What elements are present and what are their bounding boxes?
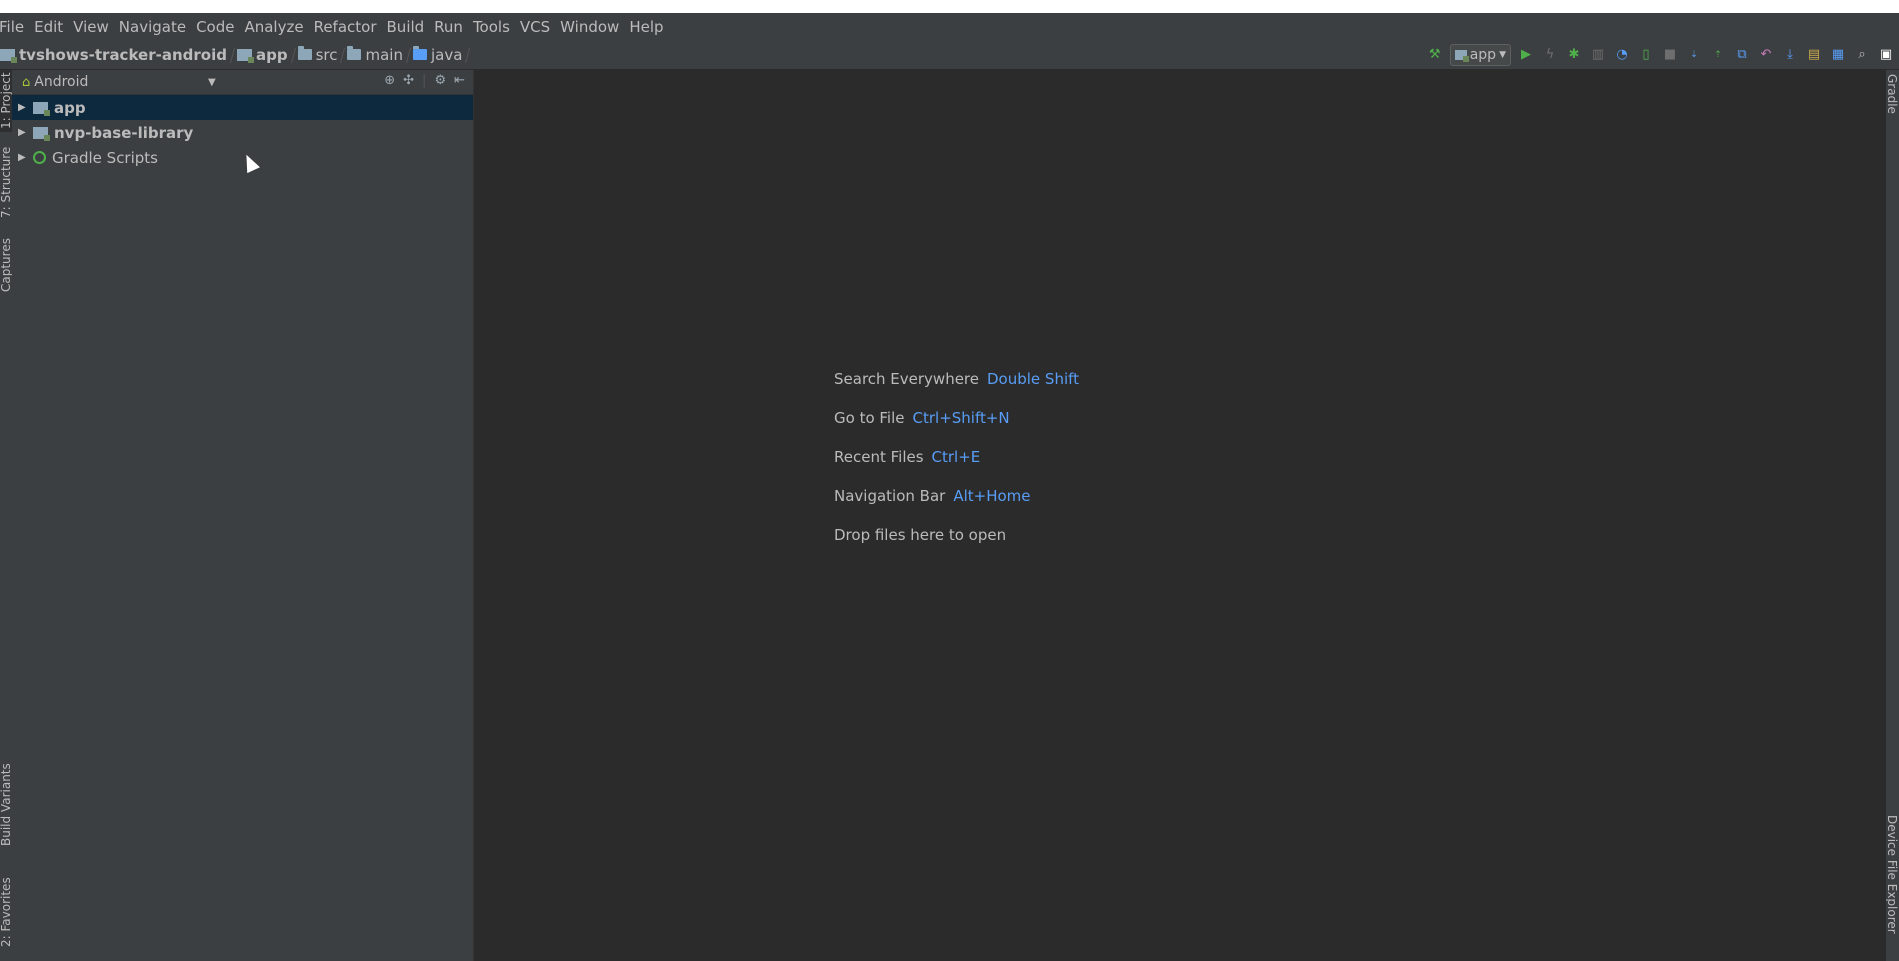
project-view-actions: ⊕ ✣ | ⚙ ⇤ [384, 73, 465, 88]
tool-window-structure[interactable]: 7: Structure [0, 142, 13, 222]
coverage-icon[interactable]: ▥ [1589, 46, 1607, 64]
hint-drop-files: Drop files here to open [834, 526, 1079, 565]
vcs-update-icon[interactable]: ⇣ [1685, 46, 1703, 64]
apply-changes-icon[interactable]: ϟ [1541, 46, 1559, 64]
hint-navigation-bar: Navigation Bar Alt+Home [834, 487, 1079, 526]
menu-edit[interactable]: Edit [29, 18, 68, 36]
menu-refactor[interactable]: Refactor [309, 18, 382, 36]
hide-panel-icon[interactable]: ⇤ [454, 73, 465, 88]
menu-analyze[interactable]: Analyze [239, 18, 308, 36]
tree-item-app[interactable]: ▶ app [12, 95, 473, 120]
run-icon[interactable]: ▶ [1517, 46, 1535, 64]
chevron-down-icon: ▼ [1499, 49, 1506, 60]
make-project-hammer-icon[interactable]: ⚒ [1426, 46, 1444, 64]
hint-search-everywhere: Search Everywhere Double Shift [834, 370, 1079, 409]
separator: | [422, 73, 427, 88]
chevron-down-icon[interactable]: ▼ [208, 77, 216, 88]
project-tool-window: ⌂ Android ▼ ⊕ ✣ | ⚙ ⇤ ▶ app ▶ nvp-base-l… [12, 70, 474, 961]
editor-hints: Search Everywhere Double Shift Go to Fil… [834, 370, 1079, 565]
sdk-manager-icon[interactable]: ⤓ [1781, 46, 1799, 64]
module-icon [1454, 49, 1469, 62]
tree-item-label: Gradle Scripts [52, 148, 158, 167]
vcs-revert-icon[interactable]: ↶ [1757, 46, 1775, 64]
debug-bug-icon[interactable]: ✱ [1565, 46, 1583, 64]
tool-window-gradle[interactable]: Gradle [1885, 74, 1899, 114]
menu-bar: File Edit View Navigate Code Analyze Ref… [0, 13, 1899, 40]
tool-window-favorites[interactable]: 2: Favorites [0, 870, 13, 955]
breadcrumb-label: main [365, 45, 403, 64]
breadcrumb-app[interactable]: app [233, 46, 294, 64]
gradle-icon [33, 151, 46, 164]
stop-icon[interactable]: ■ [1661, 46, 1679, 64]
folder-icon [297, 46, 312, 60]
window-toggle-icon[interactable]: ▣ [1877, 46, 1895, 64]
breadcrumb-src[interactable]: src [294, 46, 344, 64]
tool-window-captures[interactable]: Captures [0, 230, 13, 300]
vcs-commit-icon[interactable]: ⇡ [1709, 46, 1727, 64]
expand-arrow-icon[interactable]: ▶ [18, 102, 27, 113]
breadcrumb-label: java [430, 45, 463, 64]
run-configuration-selector[interactable]: app ▼ [1449, 43, 1511, 66]
hint-label: Go to File [834, 409, 905, 427]
menu-code[interactable]: Code [191, 18, 239, 36]
hint-label: Navigation Bar [834, 487, 946, 505]
breadcrumb-label: app [255, 45, 288, 64]
breadcrumb-main[interactable]: main [343, 46, 408, 64]
hint-shortcut: Alt+Home [953, 487, 1031, 505]
folder-icon [412, 46, 427, 60]
hint-label: Drop files here to open [834, 526, 1007, 544]
menu-view[interactable]: View [68, 18, 114, 36]
breadcrumb-label: src [315, 45, 338, 64]
scroll-from-source-icon[interactable]: ⊕ [384, 73, 395, 88]
menu-window[interactable]: Window [555, 18, 624, 36]
menu-file[interactable]: File [0, 18, 29, 36]
run-configuration-label: app [1469, 46, 1497, 63]
folder-icon [347, 46, 362, 60]
project-icon [0, 48, 17, 63]
expand-arrow-icon[interactable]: ▶ [18, 152, 27, 163]
profile-gauge-icon[interactable]: ◔ [1613, 46, 1631, 64]
hint-shortcut: Ctrl+E [931, 448, 981, 466]
gear-icon[interactable]: ⚙ [434, 73, 446, 88]
search-icon[interactable]: ⌕ [1853, 46, 1871, 64]
android-icon: ⌂ [22, 74, 31, 90]
breadcrumb-label: tvshows-tracker-android [19, 45, 227, 64]
project-view-header: ⌂ Android ▼ ⊕ ✣ | ⚙ ⇤ [12, 70, 473, 95]
avd-manager-icon[interactable]: ▤ [1805, 46, 1823, 64]
tool-window-build-variants[interactable]: Build Variants [0, 750, 13, 860]
expand-arrow-icon[interactable]: ▶ [18, 127, 27, 138]
menu-build[interactable]: Build [382, 18, 430, 36]
breadcrumb-project[interactable]: tvshows-tracker-android [0, 46, 233, 64]
main-toolbar: ⚒ app ▼ ▶ ϟ ✱ ▥ ◔ ▯ ■ ⇣ ⇡ ⧉ ↶ ⤓ ▤ ▦ ⌕ ▣ [1426, 40, 1899, 69]
tree-item-label: app [54, 98, 86, 117]
project-structure-icon[interactable]: ▦ [1829, 46, 1847, 64]
library-module-icon [33, 126, 50, 141]
module-icon [236, 48, 254, 63]
breadcrumb-java[interactable]: java [409, 46, 468, 64]
attach-debugger-icon[interactable]: ▯ [1637, 46, 1655, 64]
hint-go-to-file: Go to File Ctrl+Shift+N [834, 409, 1079, 448]
tool-window-device-file-explorer[interactable]: Device File Explorer [1885, 815, 1899, 934]
module-icon [33, 101, 50, 116]
menu-run[interactable]: Run [429, 18, 468, 36]
collapse-all-icon[interactable]: ✣ [403, 73, 414, 88]
navigation-bar: tvshows-tracker-android app src main jav… [0, 40, 1899, 70]
tool-window-project[interactable]: 1: Project [0, 70, 13, 132]
tree-item-nvp-base-library[interactable]: ▶ nvp-base-library [12, 120, 473, 145]
window-title-strip [0, 0, 1899, 13]
hint-label: Recent Files [834, 448, 924, 466]
project-view-mode-label[interactable]: Android [34, 74, 88, 90]
menu-vcs[interactable]: VCS [515, 18, 555, 36]
editor-empty-area[interactable]: Search Everywhere Double Shift Go to Fil… [474, 70, 1886, 961]
hint-recent-files: Recent Files Ctrl+E [834, 448, 1079, 487]
menu-navigate[interactable]: Navigate [114, 18, 191, 36]
hint-shortcut: Ctrl+Shift+N [912, 409, 1010, 427]
menu-tools[interactable]: Tools [468, 18, 515, 36]
right-tool-window-stripe: Gradle Device File Explorer [1885, 70, 1899, 961]
vcs-compare-icon[interactable]: ⧉ [1733, 46, 1751, 64]
hint-shortcut: Double Shift [987, 370, 1080, 388]
hint-label: Search Everywhere [834, 370, 979, 388]
menu-help[interactable]: Help [624, 18, 668, 36]
tree-item-label: nvp-base-library [54, 123, 194, 142]
